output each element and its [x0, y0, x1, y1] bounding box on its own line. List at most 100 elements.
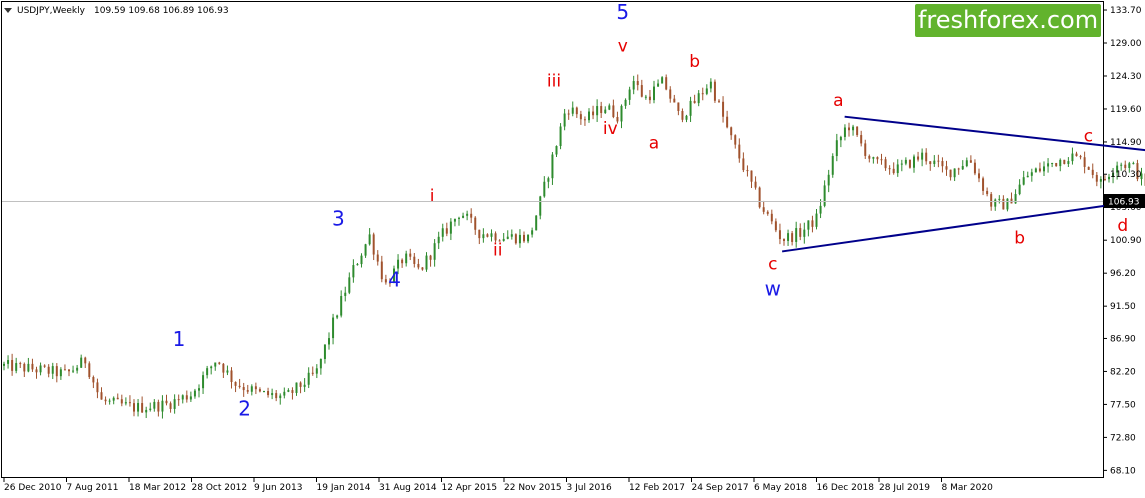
candle-body — [429, 255, 432, 260]
candle-body — [957, 168, 960, 170]
candle-body — [116, 397, 119, 400]
candle-body — [921, 152, 924, 160]
candle-body — [681, 110, 684, 120]
candle-body — [941, 161, 944, 167]
candle-body — [299, 382, 302, 387]
candle-body — [311, 372, 314, 374]
candle-body — [1071, 153, 1074, 162]
y-tick-label: 82.20 — [1110, 367, 1136, 377]
candle-body — [462, 215, 465, 218]
candle-body — [982, 178, 985, 191]
candle-body — [673, 98, 676, 103]
candle-body — [677, 102, 680, 111]
candle-body — [356, 264, 359, 266]
candle-body — [405, 253, 408, 264]
candle-body — [900, 163, 903, 165]
candle-body — [120, 399, 123, 404]
candle-body — [55, 366, 58, 377]
candle-body — [15, 363, 18, 371]
candle-body — [1034, 168, 1037, 173]
candle-body — [571, 107, 574, 114]
y-tick-label: 100.90 — [1110, 236, 1142, 246]
x-tick-label: 19 Jan 2014 — [317, 483, 371, 493]
candle-body — [1043, 166, 1045, 172]
candle-body — [868, 155, 871, 159]
wave-label: 4 — [388, 268, 401, 292]
x-tick-label: 12 Feb 2017 — [629, 483, 685, 493]
candle-body — [35, 369, 38, 373]
candle-body — [1095, 174, 1098, 182]
candle-body — [661, 77, 664, 84]
candle-body — [697, 93, 700, 104]
candle-body — [644, 96, 647, 98]
candle — [1063, 159, 1066, 165]
candle-body — [628, 89, 631, 100]
candle-body — [165, 400, 168, 404]
candle-body — [128, 402, 131, 404]
candle-body — [340, 295, 343, 316]
candle-body — [713, 81, 716, 101]
candle-body — [1103, 179, 1106, 181]
candle-body — [1059, 159, 1062, 167]
candle-body — [665, 77, 668, 90]
candle-body — [1022, 177, 1025, 185]
y-tick-label: 114.90 — [1110, 138, 1142, 148]
candle-body — [234, 382, 237, 386]
x-tick-label: 24 Sep 2017 — [692, 483, 749, 493]
candle-body — [486, 234, 489, 237]
candle-body — [226, 370, 229, 373]
candle-body — [685, 115, 688, 120]
candle-body — [421, 267, 424, 270]
candle-body — [563, 113, 566, 127]
candle-body — [246, 390, 249, 392]
candle-body — [189, 396, 192, 400]
candle-body — [1051, 163, 1054, 165]
candle-body — [63, 369, 66, 371]
candle-body — [72, 370, 75, 372]
candle-body — [494, 233, 497, 241]
candle-body — [994, 199, 997, 207]
candle-body — [965, 160, 968, 167]
candle-body — [31, 363, 34, 370]
candle — [758, 186, 761, 209]
candle-body — [864, 143, 867, 156]
candle-body — [218, 362, 221, 364]
candle-body — [470, 213, 473, 218]
candle-body — [827, 174, 830, 186]
y-tick-label: 124.30 — [1110, 72, 1142, 82]
candle-body — [1099, 179, 1102, 182]
candle-body — [141, 403, 144, 413]
candle-body — [88, 363, 91, 378]
y-tick-label: 72.80 — [1110, 433, 1136, 443]
candle-body — [600, 106, 603, 114]
candle-body — [608, 105, 611, 110]
candle-body — [149, 408, 152, 410]
candle-body — [344, 292, 347, 296]
candle-body — [567, 113, 570, 115]
price-chart: 12345wxyiiiiiiivvabcabcdeabc 133.70129.0… — [0, 0, 1145, 498]
candle-body — [876, 157, 879, 160]
candle-body — [575, 107, 578, 115]
candle-body — [1083, 157, 1086, 167]
y-tick-label: 91.50 — [1110, 302, 1136, 312]
candle-body — [100, 392, 103, 400]
candle-body — [169, 403, 172, 409]
candle-body — [336, 315, 339, 318]
candle-body — [360, 255, 363, 265]
candle-body — [1006, 198, 1009, 210]
candle-body — [908, 159, 911, 168]
x-tick-label: 8 Mar 2020 — [942, 483, 994, 493]
candle — [713, 79, 716, 103]
candle-body — [368, 234, 371, 245]
candle-body — [722, 101, 725, 117]
candle-body — [433, 243, 436, 260]
candle-body — [953, 168, 956, 178]
candle-body — [892, 168, 895, 174]
candle-body — [23, 363, 26, 372]
candle-body — [417, 263, 420, 268]
candle-body — [376, 254, 379, 262]
candle-body — [514, 234, 517, 244]
candle-body — [68, 369, 70, 372]
candle-body — [222, 363, 225, 373]
candle-body — [490, 233, 493, 237]
